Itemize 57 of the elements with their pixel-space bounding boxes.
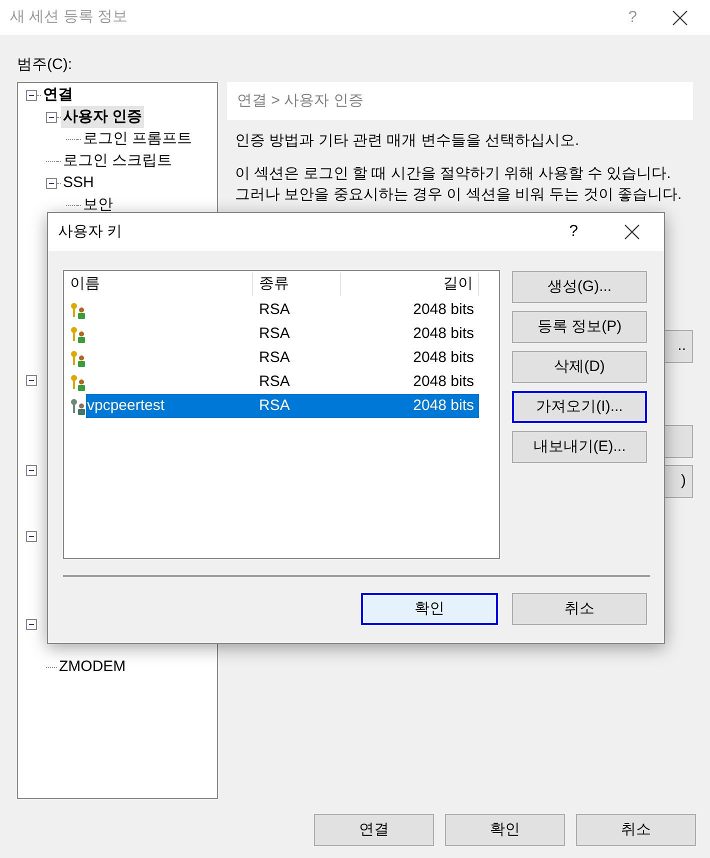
collapse-icon[interactable] <box>46 112 57 122</box>
table-cell-text: RSA <box>258 324 291 344</box>
table-cell-text: 2048 bits <box>412 348 475 368</box>
tree-item[interactable]: 사용자 인증 <box>61 106 144 128</box>
window-title: 새 세션 등록 정보 <box>10 7 128 28</box>
button[interactable]: 가져오기(I)... <box>512 391 647 423</box>
tree-item[interactable]: 연결 <box>41 84 75 106</box>
column-header[interactable]: 이름 <box>64 273 253 296</box>
collapse-icon[interactable] <box>26 90 37 100</box>
collapse-icon[interactable] <box>46 178 57 188</box>
close-icon[interactable] <box>672 10 688 26</box>
key-row[interactable]: vpcpeertest RSA 2048 bits <box>64 394 499 418</box>
user-key-icon <box>69 350 86 366</box>
breadcrumb: 연결 > 사용자 인증 <box>237 90 364 111</box>
column-header[interactable]: 길이 <box>341 273 479 296</box>
column-header[interactable]: 종류 <box>253 273 341 296</box>
table-cell-text: 2048 bits <box>412 300 475 320</box>
cancel-button[interactable]: 취소 <box>512 593 647 625</box>
table-cell-text: 2048 bits <box>412 324 475 344</box>
button[interactable]: 내보내기(E)... <box>512 431 647 463</box>
table-cell-text: RSA <box>258 372 291 392</box>
table-cell: vpcpeertest <box>86 394 253 418</box>
key-row[interactable]: RSA 2048 bits <box>64 346 499 370</box>
collapse-icon[interactable] <box>26 465 37 476</box>
button[interactable]: 생성(G)... <box>512 271 647 303</box>
tree-item[interactable]: SSH <box>61 172 96 194</box>
button[interactable]: 연결 <box>314 814 434 846</box>
dialog-title: 사용자 키 <box>58 222 122 242</box>
ok-button[interactable]: 확인 <box>361 593 498 625</box>
key-row[interactable]: RSA 2048 bits <box>64 322 499 346</box>
button[interactable]: 삭제(D) <box>512 351 647 383</box>
collapse-icon[interactable] <box>26 531 37 542</box>
help-button[interactable]: ? <box>569 220 578 244</box>
user-key-icon <box>69 398 86 414</box>
key-row[interactable]: RSA 2048 bits <box>64 298 499 322</box>
key-row[interactable]: RSA 2048 bits <box>64 370 499 394</box>
table-cell: 2048 bits <box>341 394 479 418</box>
button[interactable]: 취소 <box>576 814 696 846</box>
user-key-icon <box>69 326 86 342</box>
description-text: 이 섹션은 로그인 할 때 시간을 절약하기 위해 사용할 수 있습니다. 그러나 보안을 중요시하는 경우 이 섹션을 비워 두는 것이 좋습니다. <box>235 164 683 205</box>
user-key-icon <box>69 302 86 318</box>
close-icon[interactable] <box>624 224 640 240</box>
table-cell-text: 2048 bits <box>412 372 475 392</box>
button[interactable]: 등록 정보(P) <box>512 311 647 343</box>
tree-item[interactable]: ZMODEM <box>57 656 128 678</box>
tree-item[interactable]: 로그인 스크립트 <box>61 150 174 172</box>
tree-item[interactable]: 로그인 프롬프트 <box>81 128 194 150</box>
tree-item[interactable]: 보안 <box>81 194 115 216</box>
collapse-icon[interactable] <box>26 375 37 386</box>
table-cell-text: RSA <box>258 300 291 320</box>
table-cell: RSA <box>253 394 341 418</box>
collapse-icon[interactable] <box>26 619 37 630</box>
table-cell-text: RSA <box>258 348 291 368</box>
category-label: 범주(C): <box>17 56 72 73</box>
button[interactable]: 확인 <box>445 814 565 846</box>
description-text: 인증 방법과 기타 관련 매개 변수들을 선택하십시오. <box>235 131 580 151</box>
user-key-icon <box>69 374 86 390</box>
